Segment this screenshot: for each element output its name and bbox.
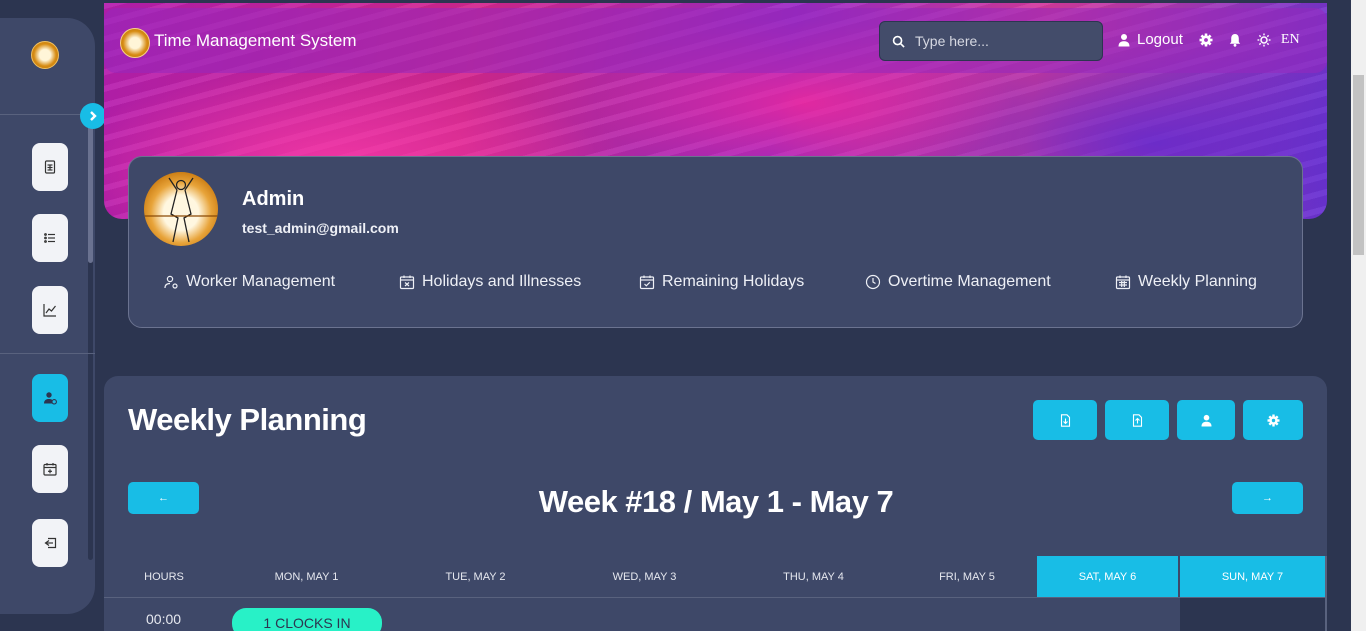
app-logo[interactable] — [120, 28, 150, 58]
profile-card — [128, 156, 1303, 328]
page-title: Weekly Planning — [128, 402, 367, 437]
chart-line-icon — [43, 304, 56, 317]
planning-settings-button[interactable] — [1243, 400, 1303, 440]
avatar — [144, 172, 218, 246]
file-download-icon — [1060, 413, 1070, 427]
nav-label: Worker Management — [186, 273, 336, 290]
profile-email: test_admin@gmail.com — [242, 220, 399, 236]
next-week-button[interactable]: → — [1232, 482, 1303, 514]
column-header-weekend: SUN, MAY 7 — [1180, 556, 1325, 597]
hour-label: 00:00 — [146, 611, 182, 627]
sidebar-logo[interactable] — [31, 41, 59, 69]
list-icon — [44, 233, 55, 243]
nav-label: Overtime Management — [888, 273, 1051, 290]
column-header-hours: HOURS — [144, 570, 184, 583]
nav-label: Weekly Planning — [1138, 273, 1257, 290]
nav-label: Holidays and Illnesses — [422, 273, 582, 290]
column-header-weekend: SAT, MAY 6 — [1037, 556, 1178, 597]
column-header-day: TUE, MAY 2 — [445, 570, 506, 583]
document-table-icon — [44, 160, 56, 174]
logout-link[interactable]: Logout — [1117, 31, 1183, 48]
calendar-divider — [104, 597, 1325, 598]
user-gear-icon — [164, 275, 178, 289]
page-scrollbar[interactable] — [1353, 75, 1364, 255]
calendar-border — [1325, 556, 1327, 631]
gear-icon — [1199, 33, 1213, 46]
profile-name: Admin — [242, 188, 305, 210]
sunday-column-cell — [1180, 598, 1325, 631]
sidebar-item-statistics[interactable] — [32, 286, 68, 334]
column-header-day: MON, MAY 1 — [274, 570, 339, 583]
sidebar-toggle-button[interactable] — [80, 103, 106, 129]
nav-worker-management[interactable]: Worker Management — [163, 273, 335, 291]
calendar-check-icon — [639, 275, 655, 290]
sidebar-item-reports[interactable] — [32, 143, 68, 191]
sidebar-scrollbar[interactable] — [88, 108, 93, 263]
language-selector[interactable]: EN — [1281, 32, 1300, 48]
search-icon — [892, 35, 905, 48]
user-settings-icon — [44, 392, 57, 405]
logout-label: Logout — [1137, 31, 1183, 48]
clock-in-event[interactable]: 1 CLOCKS IN — [232, 608, 382, 631]
gear-icon — [1267, 414, 1279, 426]
settings-button[interactable] — [1199, 33, 1213, 47]
calendar-plus-icon — [43, 463, 57, 476]
theme-toggle[interactable] — [1257, 33, 1271, 47]
calendar-grid-icon — [1115, 275, 1131, 290]
calendar-x-icon — [399, 275, 415, 290]
week-label: Week #18 / May 1 - May 7 — [538, 484, 894, 519]
user-icon — [1118, 33, 1130, 46]
avatar-figure — [144, 177, 218, 243]
chevron-right-icon — [90, 111, 97, 121]
column-header-day: WED, MAY 3 — [612, 570, 677, 583]
top-actions: Logout EN — [1117, 31, 1300, 48]
nav-remaining-holidays[interactable]: Remaining Holidays — [639, 273, 804, 291]
column-header-day: FRI, MAY 5 — [939, 570, 995, 583]
exit-icon — [44, 537, 57, 549]
user-icon — [1201, 414, 1211, 426]
export-button[interactable] — [1033, 400, 1097, 440]
sidebar-item-logout[interactable] — [32, 519, 68, 567]
sidebar-item-workers[interactable] — [32, 374, 68, 422]
bell-icon — [1229, 33, 1241, 47]
app-title[interactable]: Time Management System — [154, 31, 357, 51]
clock-icon — [865, 274, 881, 290]
nav-overtime-management[interactable]: Overtime Management — [865, 273, 1051, 291]
column-header-day: THU, MAY 4 — [783, 570, 844, 583]
previous-week-button[interactable]: ← — [128, 482, 199, 514]
worker-filter-button[interactable] — [1177, 400, 1235, 440]
nav-label: Remaining Holidays — [662, 273, 805, 290]
file-upload-icon — [1132, 413, 1142, 427]
sidebar-divider — [0, 353, 95, 354]
import-button[interactable] — [1105, 400, 1169, 440]
search-box[interactable] — [879, 21, 1103, 61]
notifications-button[interactable] — [1228, 33, 1242, 47]
nav-weekly-planning[interactable]: Weekly Planning — [1115, 273, 1257, 291]
search-input[interactable] — [915, 33, 1085, 49]
nav-holidays-illnesses[interactable]: Holidays and Illnesses — [399, 273, 581, 291]
sidebar-item-list[interactable] — [32, 214, 68, 262]
sun-icon — [1257, 33, 1271, 46]
sidebar-item-calendar[interactable] — [32, 445, 68, 493]
